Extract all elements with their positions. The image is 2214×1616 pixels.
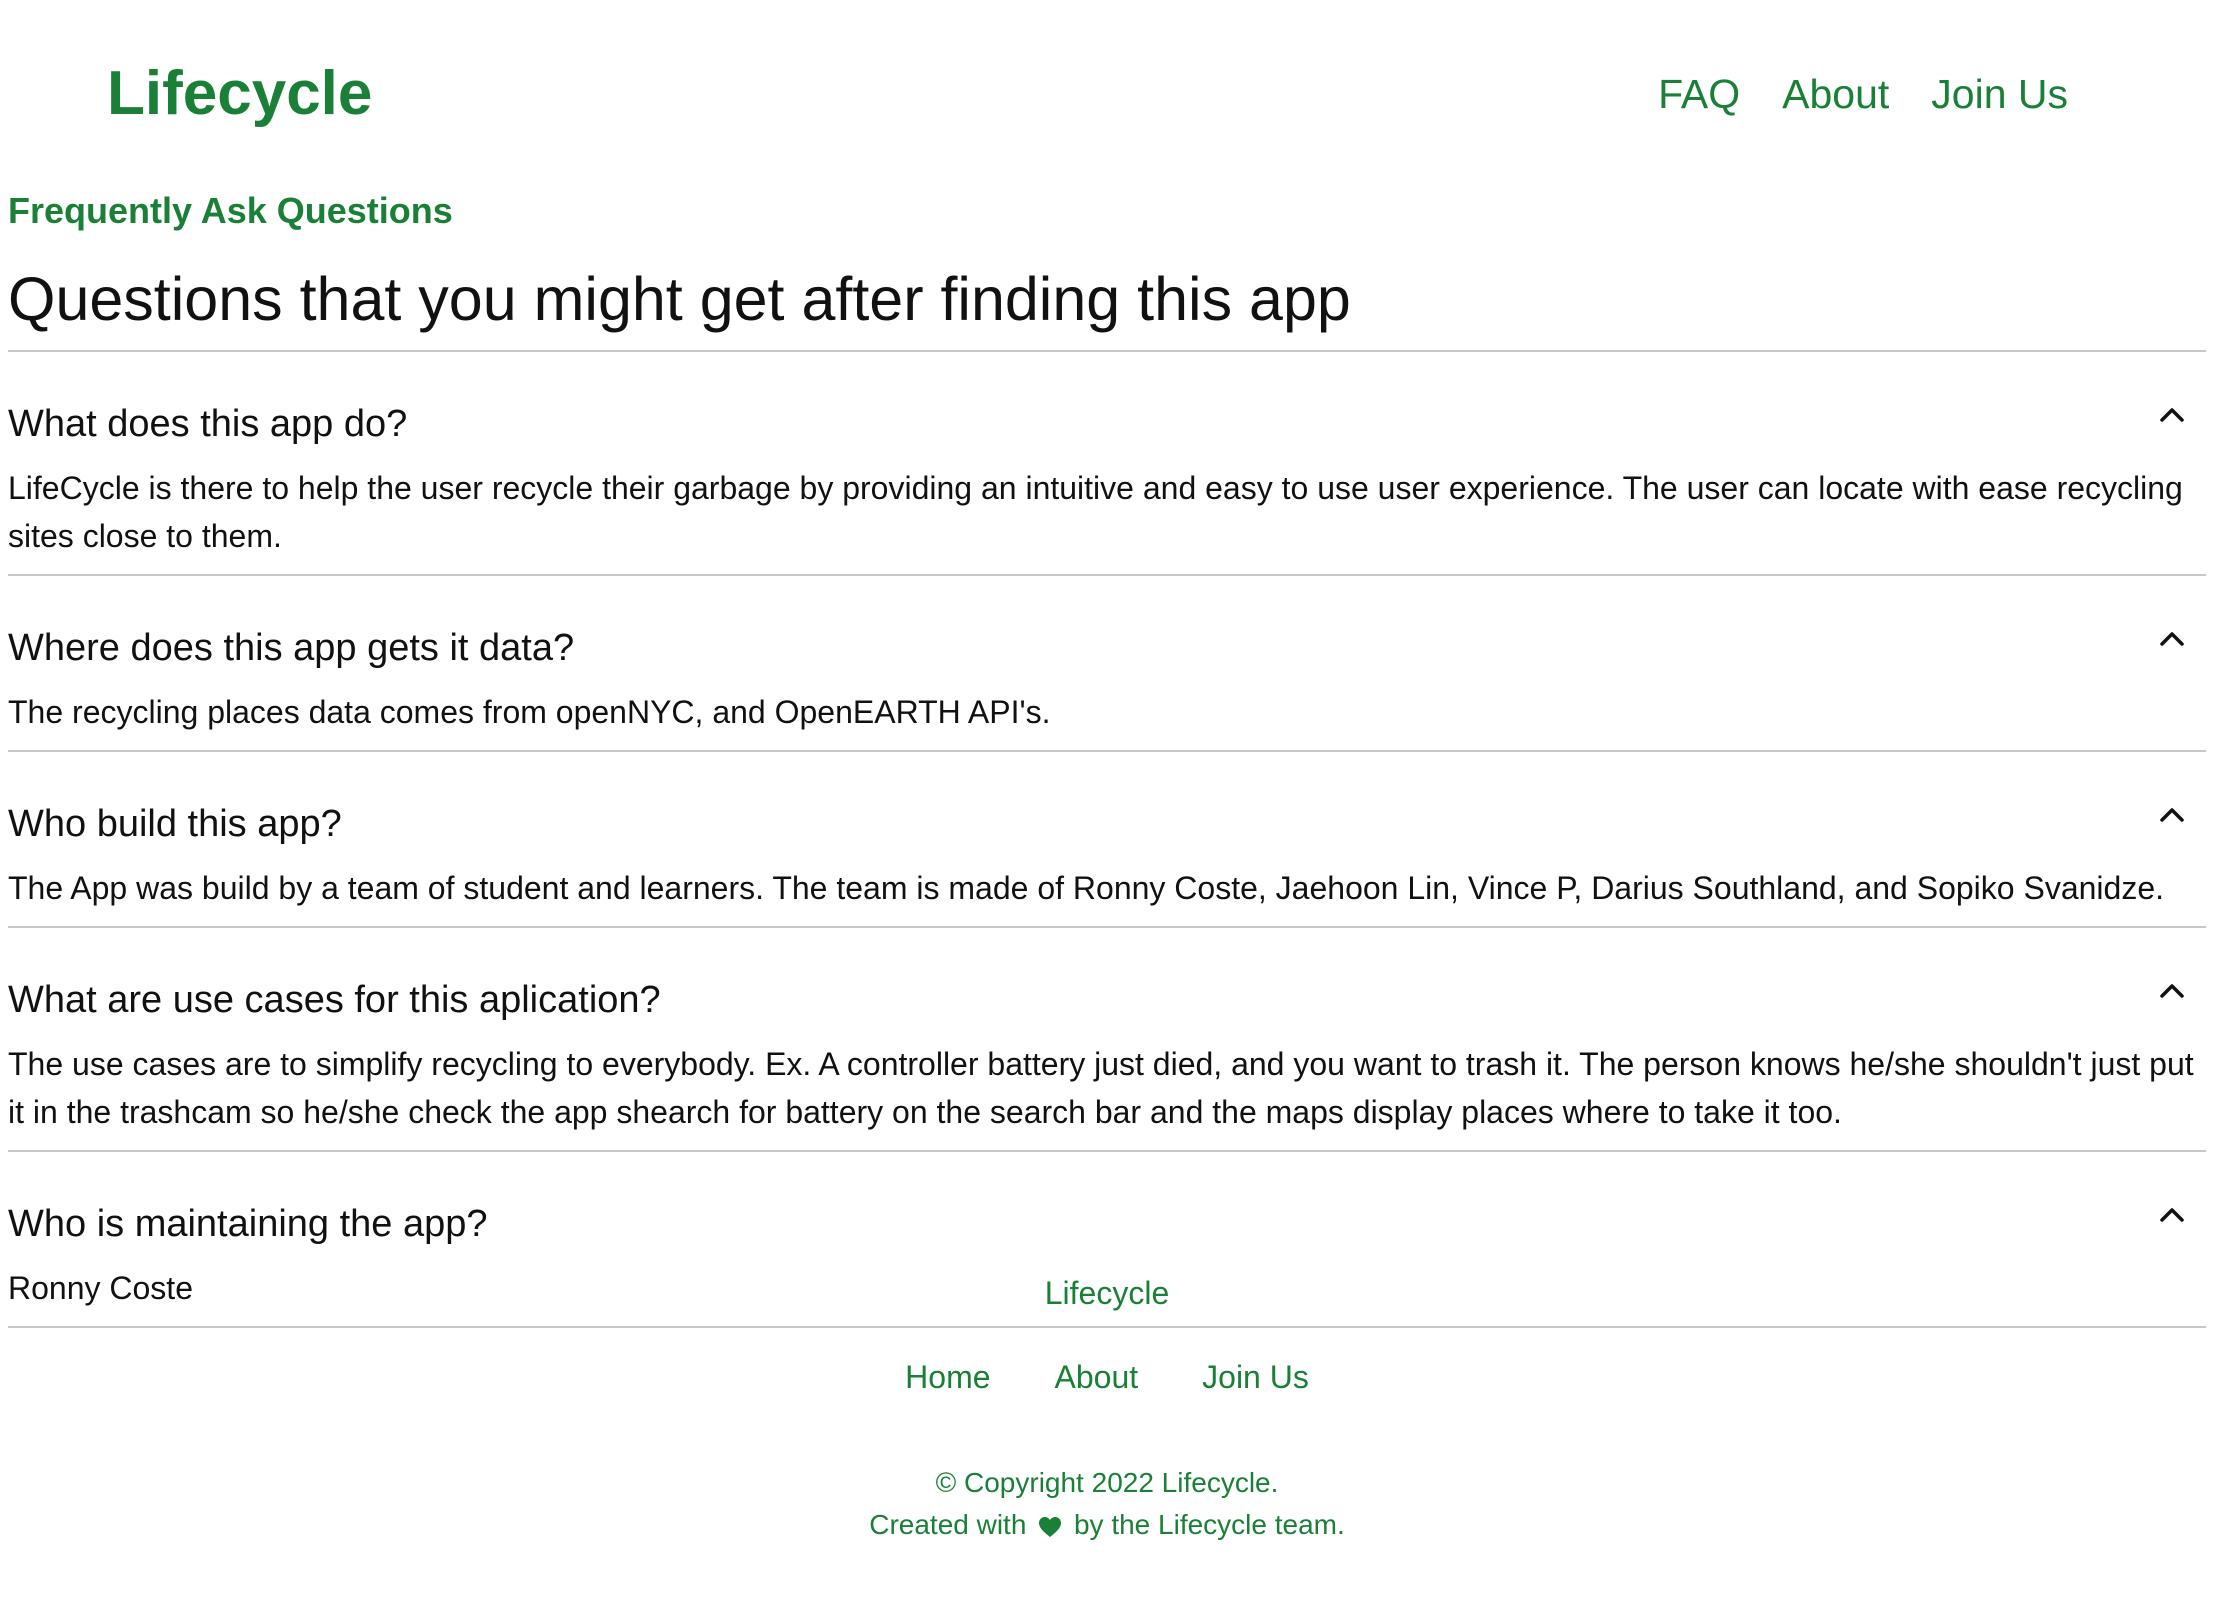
copyright-text: © Copyright 2022 Lifecycle. <box>935 1467 1279 1498</box>
faq-answer: The recycling places data comes from ope… <box>8 694 1051 730</box>
faq-item: Where does this app gets it data? The re… <box>8 576 2206 752</box>
chevron-up-icon <box>2160 1208 2184 1222</box>
faq-item: Who build this app? The App was build by… <box>8 752 2206 928</box>
nav-join-us-link[interactable]: Join Us <box>1931 68 2068 120</box>
faq-question-toggle[interactable]: Who build this app? <box>8 752 2206 868</box>
section-eyebrow: Frequently Ask Questions <box>8 190 453 231</box>
footer-brand-link[interactable]: Lifecycle <box>1045 1270 1170 1316</box>
brand-logo-link[interactable]: Lifecycle <box>107 58 372 130</box>
faq-question-toggle[interactable]: Who is maintaining the app? <box>8 1152 2206 1268</box>
chevron-up-icon <box>2160 632 2184 646</box>
faq-question-toggle[interactable]: What are use cases for this aplication? <box>8 928 2206 1044</box>
page: Lifecycle FAQ About Join Us Frequently A… <box>0 0 2214 1616</box>
faq-answer: LifeCycle is there to help the user recy… <box>8 470 2183 554</box>
faq-answer: The use cases are to simplify recycling … <box>8 1046 2194 1130</box>
faq-question: Where does this app gets it data? <box>8 627 575 669</box>
faq-question: What are use cases for this aplication? <box>8 979 661 1021</box>
faq-question: What does this app do? <box>8 403 408 445</box>
nav-faq-link[interactable]: FAQ <box>1658 68 1740 120</box>
chevron-up-icon <box>2160 984 2184 998</box>
footer-copyright-block: © Copyright 2022 Lifecycle. Created with… <box>0 1462 2214 1546</box>
footer-nav: Home About Join Us <box>0 1354 2214 1400</box>
faq-question: Who is maintaining the app? <box>8 1203 488 1245</box>
heart-icon <box>1039 1516 1062 1537</box>
footer-join-us-link[interactable]: Join Us <box>1202 1354 1309 1400</box>
site-header: Lifecycle FAQ About Join Us <box>0 0 2214 190</box>
faq-question-toggle[interactable]: Where does this app gets it data? <box>8 576 2206 692</box>
created-with-suffix: by the Lifecycle team. <box>1073 1509 1345 1540</box>
page-title: Questions that you might get after findi… <box>8 265 1351 333</box>
created-with-prefix: Created with <box>869 1509 1027 1540</box>
top-nav: FAQ About Join Us <box>1658 68 2068 120</box>
nav-about-link[interactable]: About <box>1782 68 1889 120</box>
footer-home-link[interactable]: Home <box>905 1354 990 1400</box>
faq-item: What are use cases for this aplication? … <box>8 928 2206 1152</box>
faq-question: Who build this app? <box>8 803 342 845</box>
faq-answer: The App was build by a team of student a… <box>8 870 2164 906</box>
chevron-up-icon <box>2160 808 2184 822</box>
faq-question-toggle[interactable]: What does this app do? <box>8 352 2206 468</box>
footer-about-link[interactable]: About <box>1055 1354 1139 1400</box>
faq-item: What does this app do? LifeCycle is ther… <box>8 352 2206 576</box>
created-with-line: Created with by the Lifecycle team. <box>0 1504 2214 1546</box>
faq-section: Frequently Ask Questions Questions that … <box>8 186 2206 1328</box>
faq-list: What does this app do? LifeCycle is ther… <box>8 350 2206 1328</box>
site-footer: Lifecycle Home About Join Us © Copyright… <box>0 1270 2214 1546</box>
chevron-up-icon <box>2160 408 2184 422</box>
